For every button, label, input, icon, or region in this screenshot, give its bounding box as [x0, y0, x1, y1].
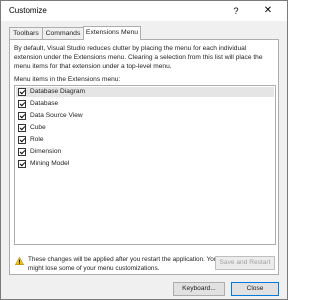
extensions-menu-panel: By default, Visual Studio reduces clutte…: [9, 39, 279, 275]
checkbox[interactable]: [18, 148, 26, 156]
checkbox[interactable]: [18, 88, 26, 96]
panel-description: By default, Visual Studio reduces clutte…: [14, 45, 263, 70]
checkbox[interactable]: [18, 124, 26, 132]
close-icon[interactable]: ✕: [255, 1, 281, 21]
keyboard-button[interactable]: Keyboard...: [173, 282, 225, 296]
list-item-data-source-view[interactable]: Data Source View: [16, 111, 274, 121]
checkbox[interactable]: [18, 160, 26, 168]
list-item-cube[interactable]: Cube: [16, 123, 274, 133]
help-button[interactable]: ?: [223, 1, 249, 21]
save-and-restart-button[interactable]: Save and Restart: [215, 256, 275, 270]
dialog-title: Customize: [9, 6, 47, 15]
list-item-label: Mining Model: [30, 160, 70, 167]
list-item-database-diagram[interactable]: Database Diagram: [16, 87, 274, 97]
list-item-database[interactable]: Database: [16, 99, 274, 109]
list-item-dimension[interactable]: Dimension: [16, 147, 274, 157]
tab-extensions-menu[interactable]: Extensions Menu: [83, 26, 141, 40]
list-label: Menu items in the Extensions menu:: [14, 76, 121, 83]
checkbox[interactable]: [18, 112, 26, 120]
extensions-list[interactable]: Database Diagram Database Data Source Vi…: [14, 85, 276, 245]
list-item-label: Database: [30, 100, 59, 107]
warning-icon: [15, 257, 24, 265]
tab-commands[interactable]: Commands: [42, 27, 84, 39]
list-item-label: Data Source View: [30, 112, 83, 119]
restart-warning: These changes will be applied after you …: [28, 256, 218, 272]
tab-toolbars[interactable]: Toolbars: [9, 27, 43, 39]
title-bar: Customize ? ✕: [1, 1, 287, 21]
customize-dialog: Customize ? ✕ Toolbars Commands Extensio…: [0, 0, 288, 300]
list-item-label: Role: [30, 136, 44, 143]
close-button[interactable]: Close: [231, 282, 279, 296]
checkbox[interactable]: [18, 136, 26, 144]
list-item-label: Database Diagram: [30, 88, 85, 95]
list-item-label: Cube: [30, 124, 46, 131]
checkbox[interactable]: [18, 100, 26, 108]
list-item-label: Dimension: [30, 148, 62, 155]
list-item-mining-model[interactable]: Mining Model: [16, 159, 274, 169]
list-item-role[interactable]: Role: [16, 135, 274, 145]
